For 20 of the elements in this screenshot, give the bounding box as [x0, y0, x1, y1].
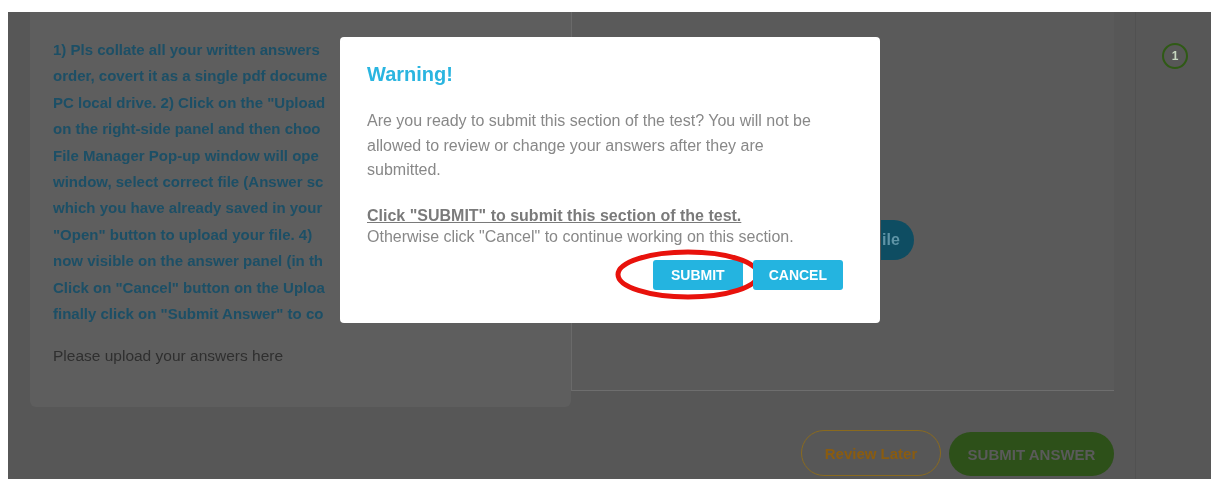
instruction-text: on the right-side panel and then choo	[53, 119, 321, 140]
dialog-button[interactable]: SUBMIT	[653, 259, 743, 290]
question-number[interactable]: 1	[1162, 43, 1188, 69]
instruction-text: window, select correct file (Answer sc	[53, 172, 324, 193]
instruction-text: File Manager Pop-up window will ope	[53, 145, 319, 166]
instruction-text: 1) Pls collate all your written answers	[53, 40, 320, 60]
instruction-text: Click on "Cancel" button on the Uploa	[53, 277, 325, 298]
upload-file-button[interactable]: ile	[881, 220, 914, 260]
submit-answer-button[interactable]: SUBMIT ANSWER	[949, 432, 1114, 476]
submit-instruction: Click "SUBMIT" to submit this section of the test.	[367, 206, 742, 225]
instruction-text: which you have already saved in your	[53, 198, 323, 219]
instruction-text: "Open" button to upload your file. 4)	[53, 224, 313, 245]
dialog-button[interactable]: CANCEL	[752, 259, 843, 290]
instruction-text: finally click on "Submit Answer" to co	[53, 304, 324, 325]
instruction-text: PC local drive. 2) Click on the "Upload	[53, 92, 326, 113]
instruction-text: now visible on the answer panel (in th	[53, 251, 324, 272]
cancel-note: Otherwise click "Cancel" to continue working on this section.	[367, 226, 794, 247]
instruction-text: order, covert it as a single pdf docume	[53, 66, 328, 87]
dialog-message: Are you ready to submit this section of the test? You will not be allowed to review or change your answers after they are submitted.	[367, 111, 812, 180]
dialog-title: Warning!	[367, 63, 453, 86]
